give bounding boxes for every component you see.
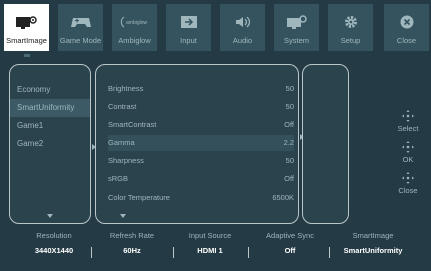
tab-close[interactable]: Close	[384, 4, 429, 51]
scroll-down-arrow-icon	[120, 214, 126, 218]
mode-item-game1[interactable]: Game1	[10, 117, 90, 135]
setting-label: Color Temperature	[108, 193, 170, 202]
tab-label: Ambiglow	[118, 36, 151, 45]
setting-row-brightness[interactable]: Brightness 50	[108, 81, 294, 97]
tab-game-mode[interactable]: Game Mode	[58, 4, 103, 51]
status-value: 3440X1440	[34, 246, 74, 255]
tab-audio[interactable]: Audio	[220, 4, 265, 51]
control-select[interactable]: Select	[390, 110, 426, 133]
tab-ambiglow[interactable]: ambiglow Ambiglow	[112, 4, 157, 51]
tab-label: System	[283, 36, 309, 45]
speaker-icon	[232, 9, 254, 35]
setting-row-color-temperature[interactable]: Color Temperature 6500K	[108, 190, 294, 206]
setting-value: 50	[285, 84, 294, 93]
status-label: SmartImage	[352, 231, 394, 240]
setting-label: Contrast	[108, 102, 137, 111]
setting-value: Off	[284, 174, 294, 183]
setting-row-contrast[interactable]: Contrast 50	[108, 99, 294, 115]
close-icon	[400, 9, 414, 35]
mode-item-game2[interactable]: Game2	[10, 135, 90, 153]
ambiglow-icon: ambiglow	[120, 9, 150, 35]
tab-label: Close	[396, 36, 417, 45]
setting-value: 50	[285, 102, 294, 111]
scroll-down-arrow-icon	[47, 214, 53, 218]
submenu-panel	[302, 64, 349, 224]
tab-label: Audio	[232, 36, 253, 45]
status-value: Off	[284, 246, 296, 255]
setting-value: Off	[284, 120, 294, 129]
status-input-source: Input Source HDMI 1	[172, 231, 248, 261]
control-close[interactable]: Close	[390, 172, 426, 195]
tab-smartimage[interactable]: SmartImage	[4, 4, 49, 51]
status-resolution: Resolution 3440X1440	[18, 231, 90, 261]
tab-system[interactable]: System	[274, 4, 319, 51]
status-smartimage: SmartImage SmartUniformity	[330, 231, 416, 261]
system-icon	[286, 9, 308, 35]
gear-icon	[343, 9, 359, 35]
setting-label: SmartContrast	[108, 120, 157, 129]
status-label: Resolution	[36, 231, 72, 240]
setting-row-srgb[interactable]: sRGB Off	[108, 171, 294, 187]
tab-label: Input	[180, 36, 197, 45]
setting-value: 50	[285, 156, 294, 165]
status-divider	[248, 247, 249, 258]
settings-panel: Brightness 50 Contrast 50 SmartContrast …	[95, 64, 299, 224]
setting-label: Sharpness	[108, 156, 144, 165]
gamepad-icon	[70, 9, 92, 35]
tab-setup[interactable]: Setup	[328, 4, 373, 51]
control-label: OK	[402, 155, 414, 164]
tab-label: SmartImage	[6, 36, 47, 45]
status-value: SmartUniformity	[343, 246, 403, 255]
status-value: HDMI 1	[197, 246, 223, 255]
joystick-select-icon	[402, 110, 414, 122]
setting-label: sRGB	[108, 174, 129, 183]
setting-label: Gamma	[108, 138, 135, 147]
status-refresh-rate: Refresh Rate 60Hz	[96, 231, 168, 261]
status-label: Refresh Rate	[109, 231, 155, 240]
mode-item-economy[interactable]: Economy	[10, 81, 90, 99]
control-ok[interactable]: OK	[390, 141, 426, 164]
osd-tab-bar: SmartImage Game Mode ambiglow Ambiglow I…	[4, 4, 430, 57]
status-adaptive-sync: Adaptive Sync Off	[252, 231, 328, 261]
setting-value: 6500K	[272, 193, 294, 202]
mode-item-smartuniformity[interactable]: SmartUniformity	[10, 99, 90, 117]
setting-value: 2.2	[283, 138, 294, 147]
tab-input[interactable]: Input	[166, 4, 211, 51]
setting-row-smartcontrast[interactable]: SmartContrast Off	[108, 117, 294, 133]
active-tab-indicator	[24, 54, 30, 57]
smartimage-mode-panel: Economy SmartUniformity Game1 Game2	[9, 64, 91, 224]
status-value: 60Hz	[123, 246, 141, 255]
joystick-ok-icon	[402, 141, 414, 153]
setting-row-gamma[interactable]: Gamma 2.2	[108, 135, 294, 151]
setting-row-sharpness[interactable]: Sharpness 50	[108, 153, 294, 169]
input-icon	[178, 9, 200, 35]
status-label: Input Source	[188, 231, 232, 240]
smartimage-icon	[15, 9, 38, 35]
joystick-close-icon	[402, 172, 414, 184]
control-label: Close	[398, 186, 418, 195]
control-label: Select	[397, 124, 419, 133]
ambiglow-logo-text: ambiglow	[126, 20, 148, 26]
tab-label: Game Mode	[59, 36, 102, 45]
setting-label: Brightness	[108, 84, 144, 93]
status-label: Adaptive Sync	[266, 231, 314, 240]
status-divider	[91, 247, 92, 258]
tab-label: Setup	[340, 36, 361, 45]
